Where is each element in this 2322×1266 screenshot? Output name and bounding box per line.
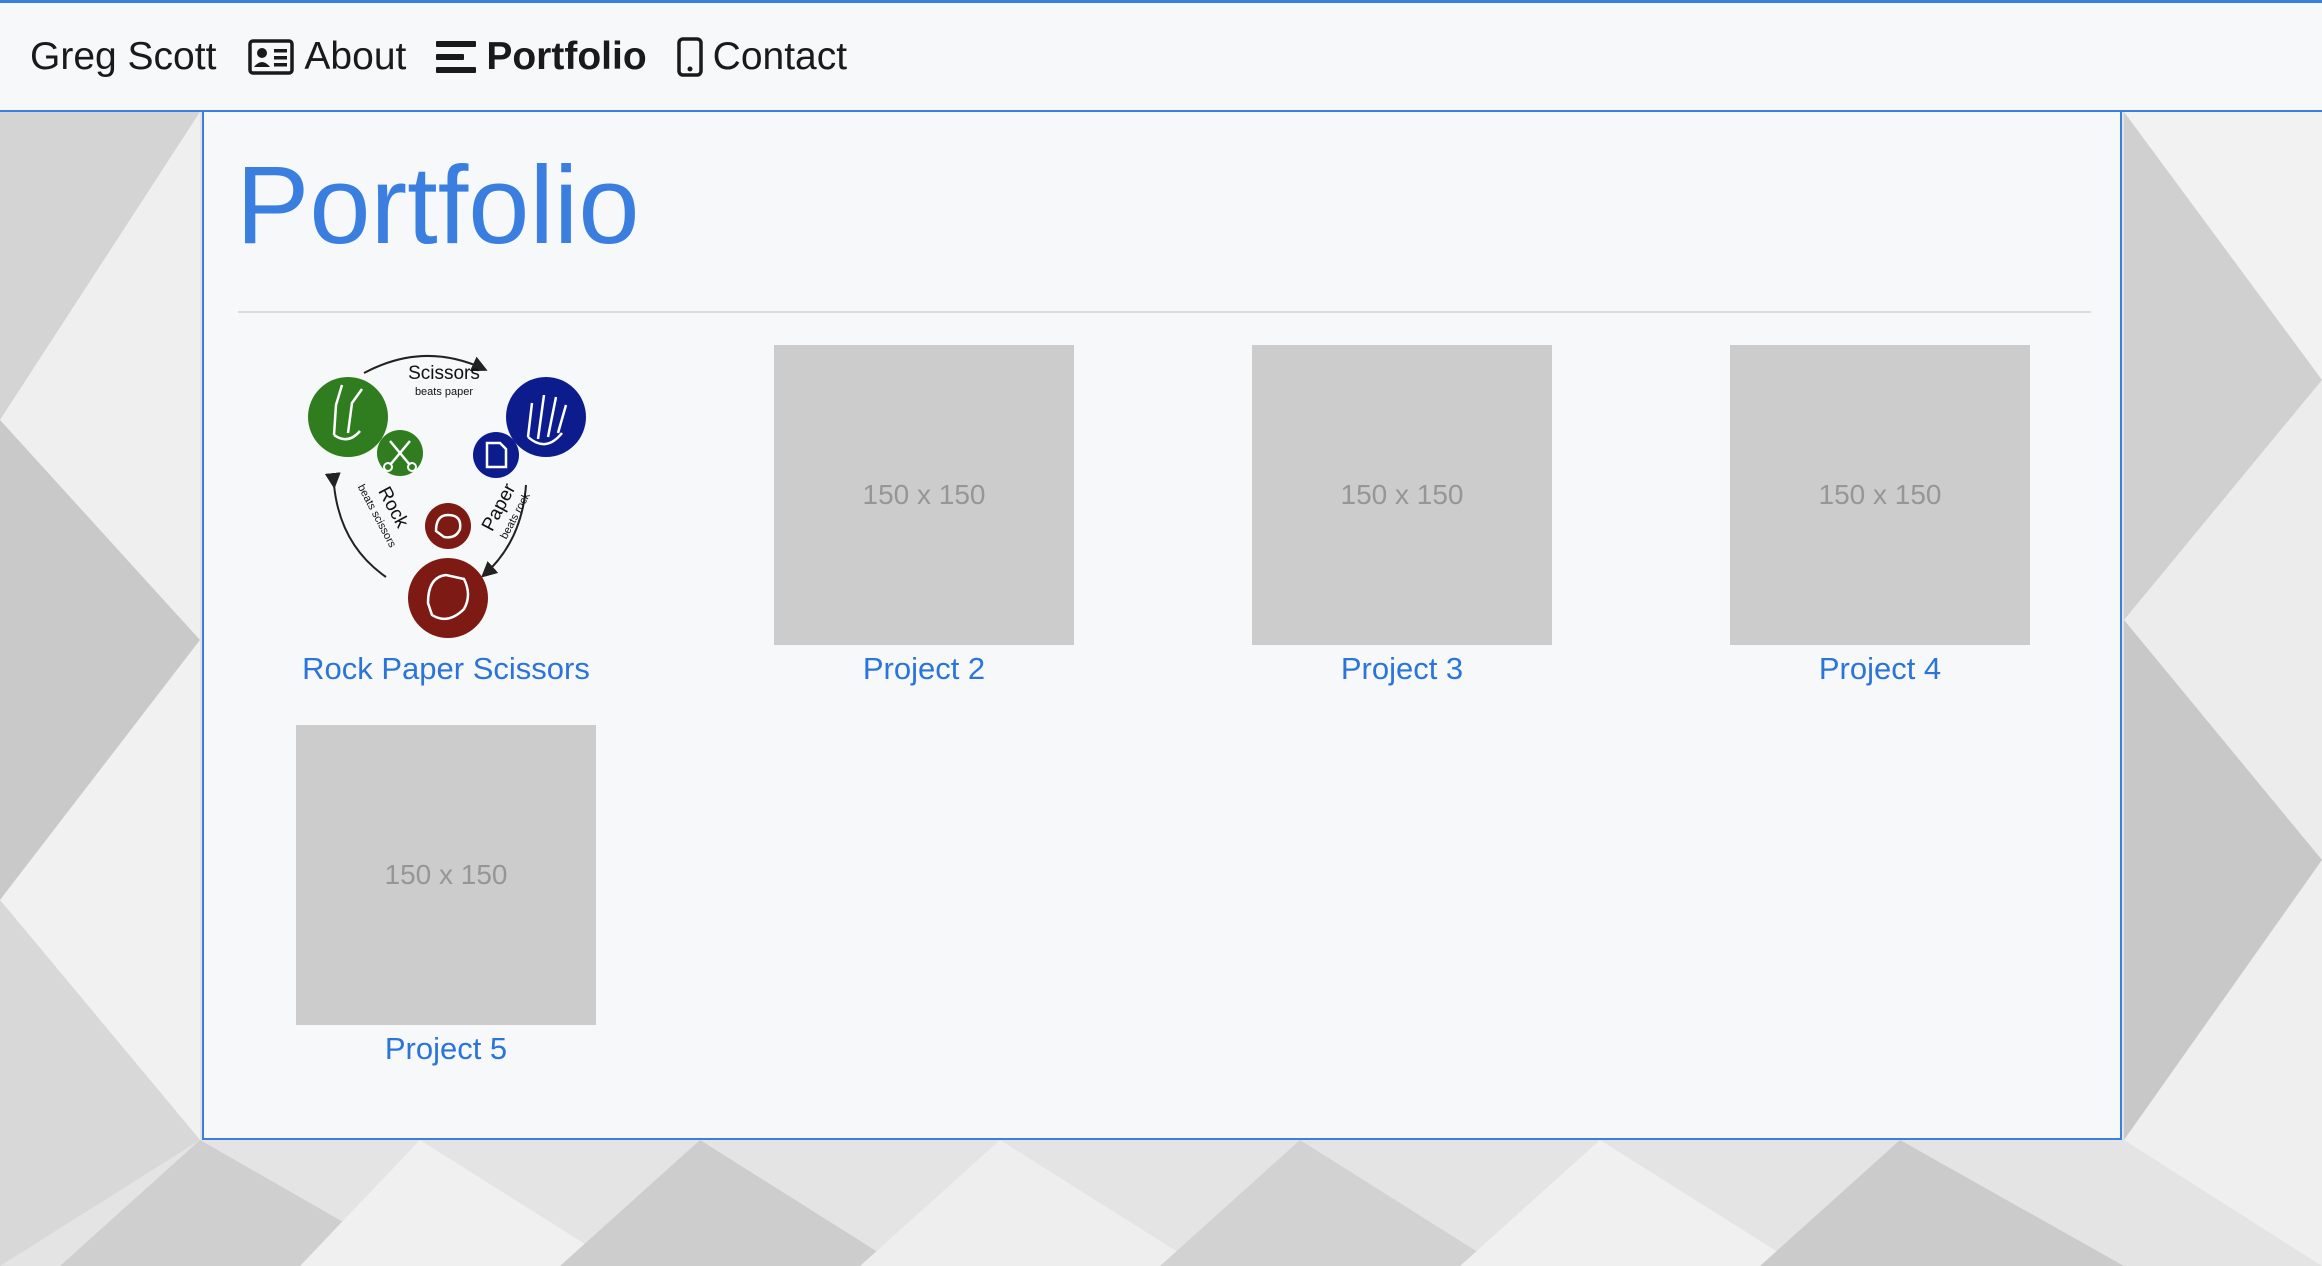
svg-text:Scissors: Scissors bbox=[408, 363, 480, 384]
project-card: 150 x 150 Project 4 bbox=[1680, 345, 2080, 687]
brand-link[interactable]: Greg Scott bbox=[30, 35, 216, 79]
nav-link-portfolio-label: Portfolio bbox=[486, 34, 647, 78]
project-link-project-3[interactable]: Project 3 bbox=[1202, 651, 1602, 687]
project-card: Scissors beats paper Rock beats scissors… bbox=[246, 345, 646, 687]
mobile-phone-icon bbox=[676, 36, 703, 77]
project-thumbnail-placeholder[interactable]: 150 x 150 bbox=[1252, 345, 1552, 645]
project-link-project-5[interactable]: Project 5 bbox=[246, 1031, 646, 1067]
project-thumbnail-placeholder[interactable]: 150 x 150 bbox=[774, 345, 1074, 645]
project-thumbnail-placeholder[interactable]: 150 x 150 bbox=[296, 725, 596, 1025]
nav-link-about-label: About bbox=[304, 34, 407, 78]
project-card: 150 x 150 Project 5 bbox=[246, 725, 646, 1067]
project-link-project-2[interactable]: Project 2 bbox=[724, 651, 1124, 687]
rock-paper-scissors-logo: Scissors beats paper Rock beats scissors… bbox=[308, 355, 586, 638]
nav-link-contact[interactable]: Contact bbox=[676, 34, 848, 79]
project-link-project-4[interactable]: Project 4 bbox=[1680, 651, 2080, 687]
project-card: 150 x 150 Project 3 bbox=[1202, 345, 1602, 687]
project-thumbnail-placeholder[interactable]: 150 x 150 bbox=[1730, 345, 2030, 645]
svg-text:beats paper: beats paper bbox=[415, 386, 473, 398]
nav-link-contact-label: Contact bbox=[712, 34, 848, 78]
page-title: Portfolio bbox=[236, 144, 640, 267]
id-card-icon bbox=[248, 38, 295, 75]
rps-logo-image[interactable]: Scissors beats paper Rock beats scissors… bbox=[296, 345, 596, 645]
nav-link-about[interactable]: About bbox=[248, 35, 406, 79]
project-link-rock-paper-scissors[interactable]: Rock Paper Scissors bbox=[246, 651, 646, 687]
top-navbar: Greg Scott About Portfolio Contact bbox=[0, 0, 2322, 112]
bars-icon bbox=[436, 40, 477, 73]
nav-link-portfolio[interactable]: Portfolio bbox=[436, 34, 647, 79]
title-divider bbox=[238, 311, 2091, 313]
portfolio-panel: Portfolio Scissors beats paper Rock beat… bbox=[202, 112, 2122, 1140]
project-card: 150 x 150 Project 2 bbox=[724, 345, 1124, 687]
